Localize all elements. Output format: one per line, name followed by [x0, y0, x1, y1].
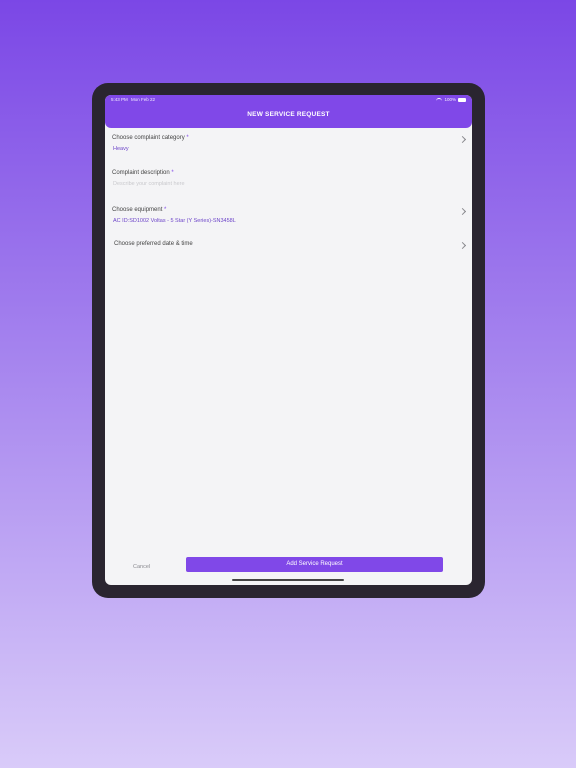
- wifi-icon: [436, 97, 443, 102]
- page-title: NEW SERVICE REQUEST: [247, 111, 330, 118]
- app-header: 5:43 PM Mon Feb 22 100% NEW SERVICE REQU…: [105, 95, 472, 128]
- complaint-description-field[interactable]: Complaint description * Describe your co…: [112, 170, 465, 187]
- equipment-value: AC ID:SD1002 Voltas - 5 Star (Y Series)-…: [113, 218, 236, 224]
- equipment-label: Choose equipment *: [112, 207, 465, 213]
- required-mark: *: [164, 207, 167, 213]
- complaint-category-label-text: Choose complaint category: [112, 135, 185, 141]
- complaint-category-value: Heavy: [113, 146, 129, 152]
- equipment-field[interactable]: Choose equipment * AC ID:SD1002 Voltas -…: [112, 207, 467, 224]
- app-screen: 5:43 PM Mon Feb 22 100% NEW SERVICE REQU…: [105, 95, 472, 585]
- status-date: Mon Feb 22: [131, 97, 156, 102]
- complaint-category-field[interactable]: Choose complaint category * Heavy: [112, 135, 467, 152]
- complaint-description-input[interactable]: Describe your complaint here: [112, 181, 465, 187]
- home-indicator[interactable]: [232, 579, 344, 581]
- add-service-request-button[interactable]: Add Service Request: [186, 557, 443, 572]
- preferred-datetime-label: Choose preferred date & time: [114, 241, 193, 247]
- equipment-label-text: Choose equipment: [112, 207, 163, 213]
- battery-icon: [458, 97, 466, 102]
- status-time: 5:43 PM: [111, 97, 128, 102]
- preferred-datetime-field[interactable]: Choose preferred date & time: [112, 241, 467, 250]
- complaint-description-label-text: Complaint description: [112, 170, 170, 176]
- battery-percent: 100%: [444, 97, 456, 102]
- required-mark: *: [171, 170, 174, 176]
- complaint-description-label: Complaint description *: [112, 170, 465, 176]
- cancel-button[interactable]: Cancel: [133, 564, 150, 570]
- required-mark: *: [186, 135, 189, 141]
- complaint-category-label: Choose complaint category *: [112, 135, 465, 141]
- status-indicators: 100%: [436, 97, 466, 102]
